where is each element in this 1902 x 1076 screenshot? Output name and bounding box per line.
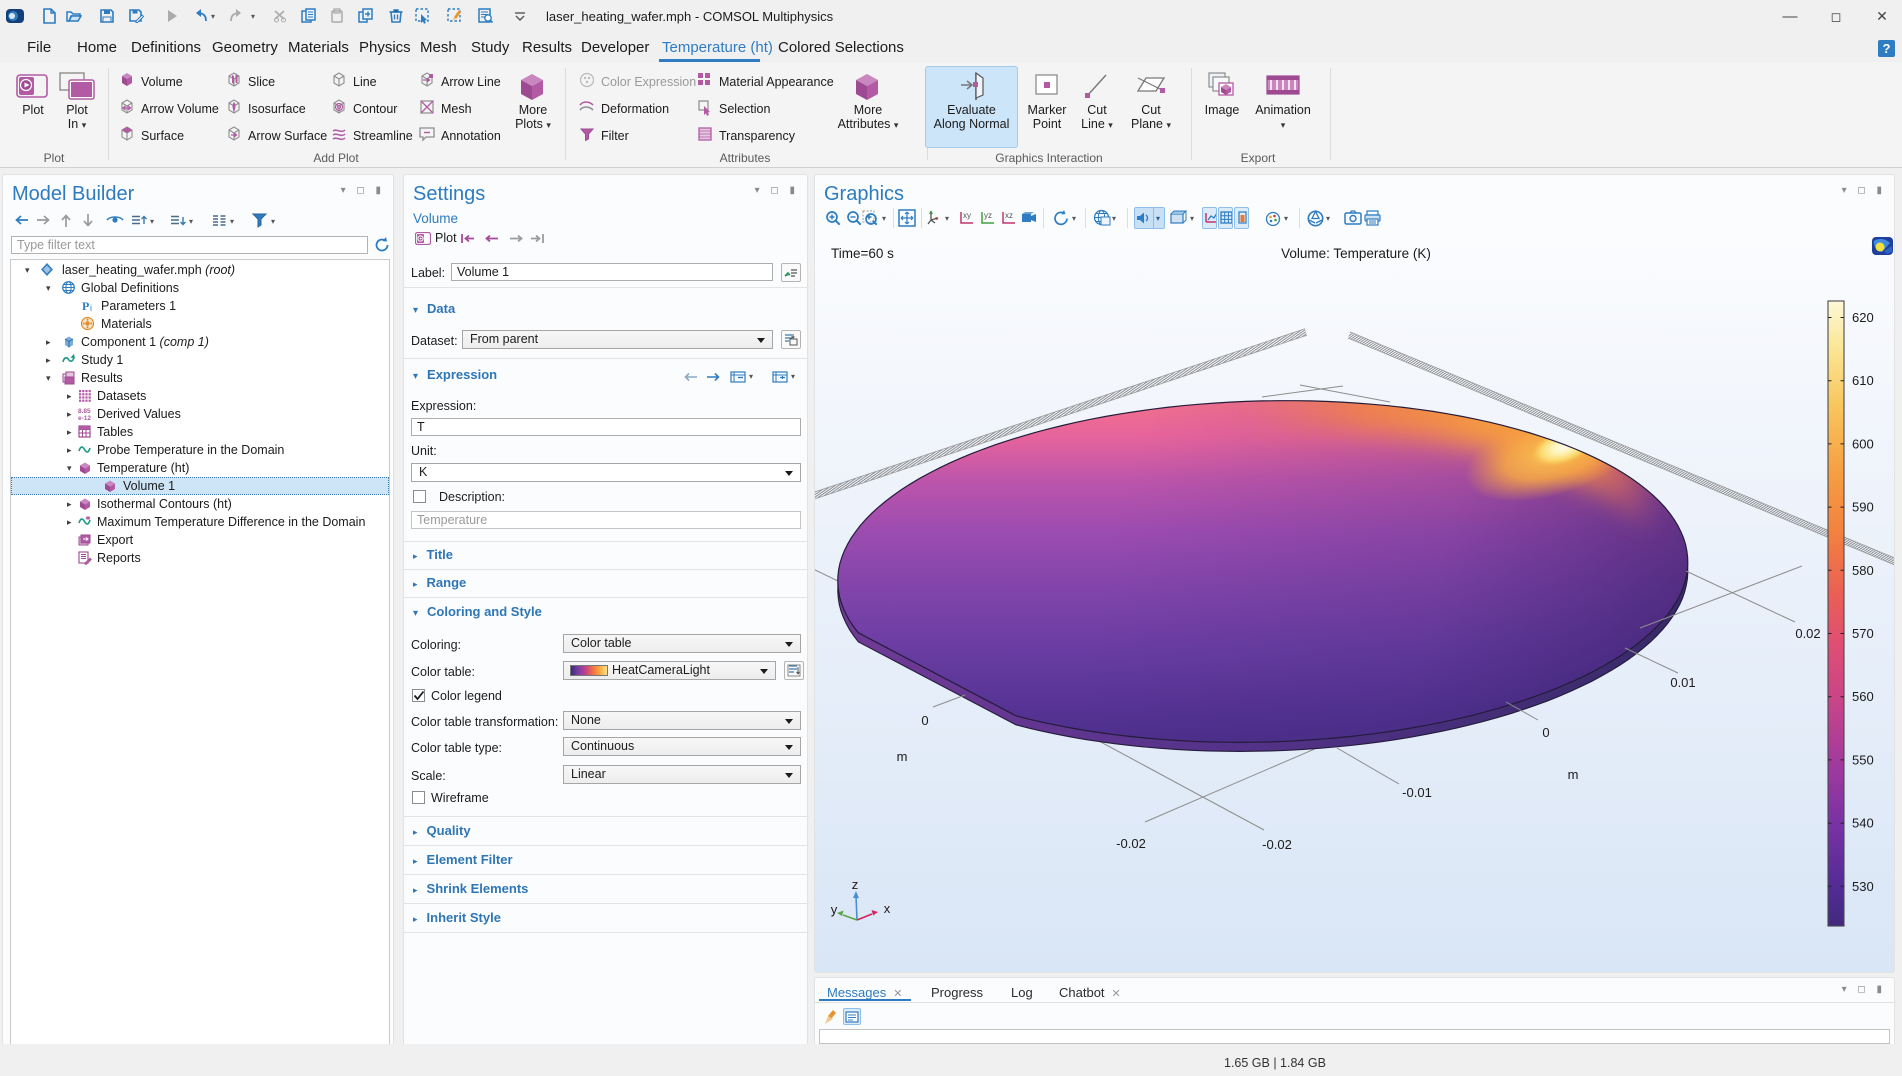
svg-text:0.01: 0.01 — [1670, 675, 1695, 690]
svg-text:m: m — [1568, 767, 1579, 782]
svg-text:P: P — [82, 299, 89, 313]
svg-text:570: 570 — [1852, 626, 1874, 641]
svg-text:z: z — [852, 877, 859, 892]
svg-text:-0.01: -0.01 — [1402, 785, 1432, 800]
svg-text:xy: xy — [963, 211, 971, 220]
svg-text:610: 610 — [1852, 373, 1874, 388]
svg-text:530: 530 — [1852, 879, 1874, 894]
svg-text:590: 590 — [1852, 500, 1874, 515]
svg-text:8.85: 8.85 — [78, 408, 91, 415]
svg-text:620: 620 — [1852, 310, 1874, 325]
svg-text:550: 550 — [1852, 752, 1874, 767]
svg-text:y: y — [831, 902, 838, 917]
svg-text:-0.02: -0.02 — [1262, 837, 1292, 852]
svg-text:Time=60 s: Time=60 s — [831, 246, 894, 261]
svg-text:Volume: Temperature (K): Volume: Temperature (K) — [1281, 246, 1431, 261]
svg-text:xz: xz — [1005, 211, 1013, 220]
svg-text:560: 560 — [1852, 689, 1874, 704]
svg-text:-0.02: -0.02 — [1116, 836, 1146, 851]
svg-text:0.02: 0.02 — [1795, 626, 1820, 641]
svg-text:m: m — [897, 749, 908, 764]
svg-text:e-12: e-12 — [78, 415, 91, 421]
svg-text:x: x — [884, 901, 891, 916]
svg-text:540: 540 — [1852, 816, 1874, 831]
svg-text:600: 600 — [1852, 436, 1874, 451]
svg-text:580: 580 — [1852, 563, 1874, 578]
svg-text:0: 0 — [921, 713, 928, 728]
svg-text:yz: yz — [984, 211, 992, 220]
svg-text:i: i — [90, 303, 92, 313]
svg-text:0: 0 — [1542, 725, 1549, 740]
